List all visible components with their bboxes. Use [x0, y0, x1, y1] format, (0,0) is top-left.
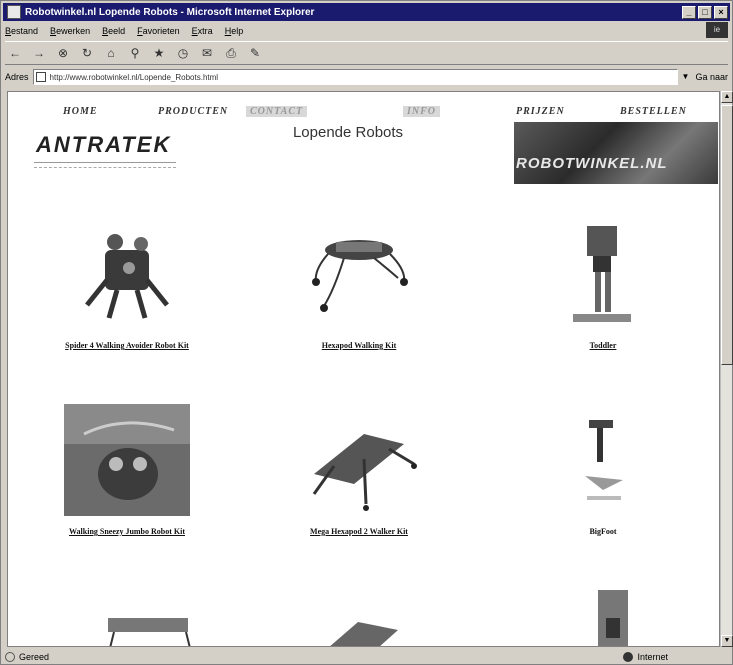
page-icon — [35, 72, 46, 82]
edit-icon[interactable]: ✎ — [245, 44, 265, 62]
status-message: Gereed — [19, 651, 50, 662]
favorites-icon[interactable]: ★ — [149, 44, 169, 62]
print-icon[interactable]: ⎙ — [221, 44, 241, 62]
product-name[interactable]: Walking Sneezy Jumbo Robot Kit — [42, 527, 212, 536]
address-bar: Adres http://www.robotwinkel.nl/Lopende_… — [5, 67, 728, 87]
product-card[interactable]: Mega Hexapod 2 Walker Kit — [274, 404, 444, 536]
product-name[interactable]: Hexapod Walking Kit — [274, 341, 444, 350]
walking-sneezy-image[interactable] — [64, 404, 190, 516]
address-label: Adres — [5, 72, 29, 82]
globe-icon — [623, 651, 634, 662]
history-icon[interactable]: ◷ — [173, 44, 193, 62]
product-name[interactable]: BigFoot — [518, 527, 688, 536]
mail-icon[interactable]: ✉ — [197, 44, 217, 62]
menu-bestand[interactable]: Bestand — [5, 26, 38, 36]
toolbar: ← → ⊗ ↻ ⌂ ⚲ ★ ◷ ✉ ⎙ ✎ — [5, 41, 728, 65]
toddler-robot-image[interactable] — [563, 220, 643, 330]
product-image-row3-3[interactable] — [588, 588, 638, 647]
page-status-icon — [5, 651, 15, 662]
nav-prijzen[interactable]: PRIJZEN — [516, 106, 565, 117]
nav-info[interactable]: INFO — [403, 106, 441, 117]
forward-icon[interactable]: → — [29, 44, 49, 62]
product-card[interactable]: Walking Sneezy Jumbo Robot Kit — [42, 404, 212, 536]
go-button[interactable]: Ga naar — [695, 72, 728, 82]
address-field[interactable]: http://www.robotwinkel.nl/Lopende_Robots… — [32, 69, 679, 85]
ie-app-icon — [7, 5, 21, 19]
scroll-up-icon[interactable]: ▲ — [721, 91, 733, 103]
product-name[interactable]: Mega Hexapod 2 Walker Kit — [274, 527, 444, 536]
mega-hexapod-image[interactable] — [294, 404, 424, 516]
product-card[interactable]: BigFoot — [518, 404, 688, 536]
search-icon[interactable]: ⚲ — [125, 44, 145, 62]
menu-beeld[interactable]: Beeld — [102, 26, 125, 36]
page-title: Lopende Robots — [292, 124, 404, 141]
logo-underline — [34, 162, 176, 168]
product-card[interactable]: Spider 4 Walking Avoider Robot Kit — [42, 220, 212, 350]
scroll-thumb[interactable] — [721, 105, 733, 365]
scroll-down-icon[interactable]: ▼ — [721, 635, 733, 647]
menu-favorieten[interactable]: Favorieten — [137, 26, 180, 36]
ie-logo-icon: ie — [706, 22, 728, 38]
vertical-scrollbar[interactable]: ▲ ▼ — [720, 91, 733, 647]
hexapod-robot-image[interactable] — [294, 220, 424, 330]
nav-bestellen[interactable]: BESTELLEN — [620, 106, 687, 117]
product-card[interactable]: Toddler — [518, 220, 688, 350]
page-viewport: HOME PRODUCTEN CONTACT INFO PRIJZEN BEST… — [7, 91, 720, 647]
spider-robot-image[interactable] — [77, 220, 177, 330]
minimize-button[interactable]: _ — [682, 5, 696, 19]
product-card[interactable]: Hexapod Walking Kit — [274, 220, 444, 350]
maximize-button[interactable]: □ — [698, 5, 712, 19]
close-button[interactable]: × — [714, 5, 728, 19]
back-icon[interactable]: ← — [5, 44, 25, 62]
product-image-row3-2[interactable] — [318, 612, 418, 647]
product-name[interactable]: Spider 4 Walking Avoider Robot Kit — [42, 341, 212, 350]
nav-contact[interactable]: CONTACT — [246, 106, 308, 117]
robotwinkel-banner[interactable]: ROBOTWINKEL.NL — [514, 122, 718, 184]
nav-home[interactable]: HOME — [63, 106, 98, 117]
bigfoot-robot-image[interactable] — [563, 404, 643, 516]
menu-bar: Bestand Bewerken Beeld Favorieten Extra … — [5, 22, 728, 39]
chevron-down-icon[interactable]: ▼ — [679, 70, 691, 84]
menu-bewerken[interactable]: Bewerken — [50, 26, 90, 36]
product-image-row3-1[interactable] — [98, 598, 208, 647]
antratek-logo[interactable]: ANTRATEK — [36, 132, 171, 158]
menu-extra[interactable]: Extra — [192, 26, 213, 36]
zone-label: Internet — [637, 651, 668, 662]
product-name[interactable]: Toddler — [518, 341, 688, 350]
home-icon[interactable]: ⌂ — [101, 44, 121, 62]
nav-producten[interactable]: PRODUCTEN — [158, 106, 228, 117]
site-nav: HOME PRODUCTEN CONTACT INFO PRIJZEN BEST… — [8, 106, 719, 120]
security-zone: Internet — [623, 651, 668, 662]
banner-text: ROBOTWINKEL.NL — [516, 155, 668, 172]
window-title: Robotwinkel.nl Lopende Robots - Microsof… — [25, 6, 315, 18]
menu-help[interactable]: Help — [225, 26, 244, 36]
status-bar: Gereed Internet — [5, 649, 728, 664]
refresh-icon[interactable]: ↻ — [77, 44, 97, 62]
title-bar: Robotwinkel.nl Lopende Robots - Microsof… — [3, 3, 730, 21]
browser-window: Robotwinkel.nl Lopende Robots - Microsof… — [0, 0, 733, 665]
address-url[interactable]: http://www.robotwinkel.nl/Lopende_Robots… — [50, 73, 219, 82]
stop-icon[interactable]: ⊗ — [53, 44, 73, 62]
